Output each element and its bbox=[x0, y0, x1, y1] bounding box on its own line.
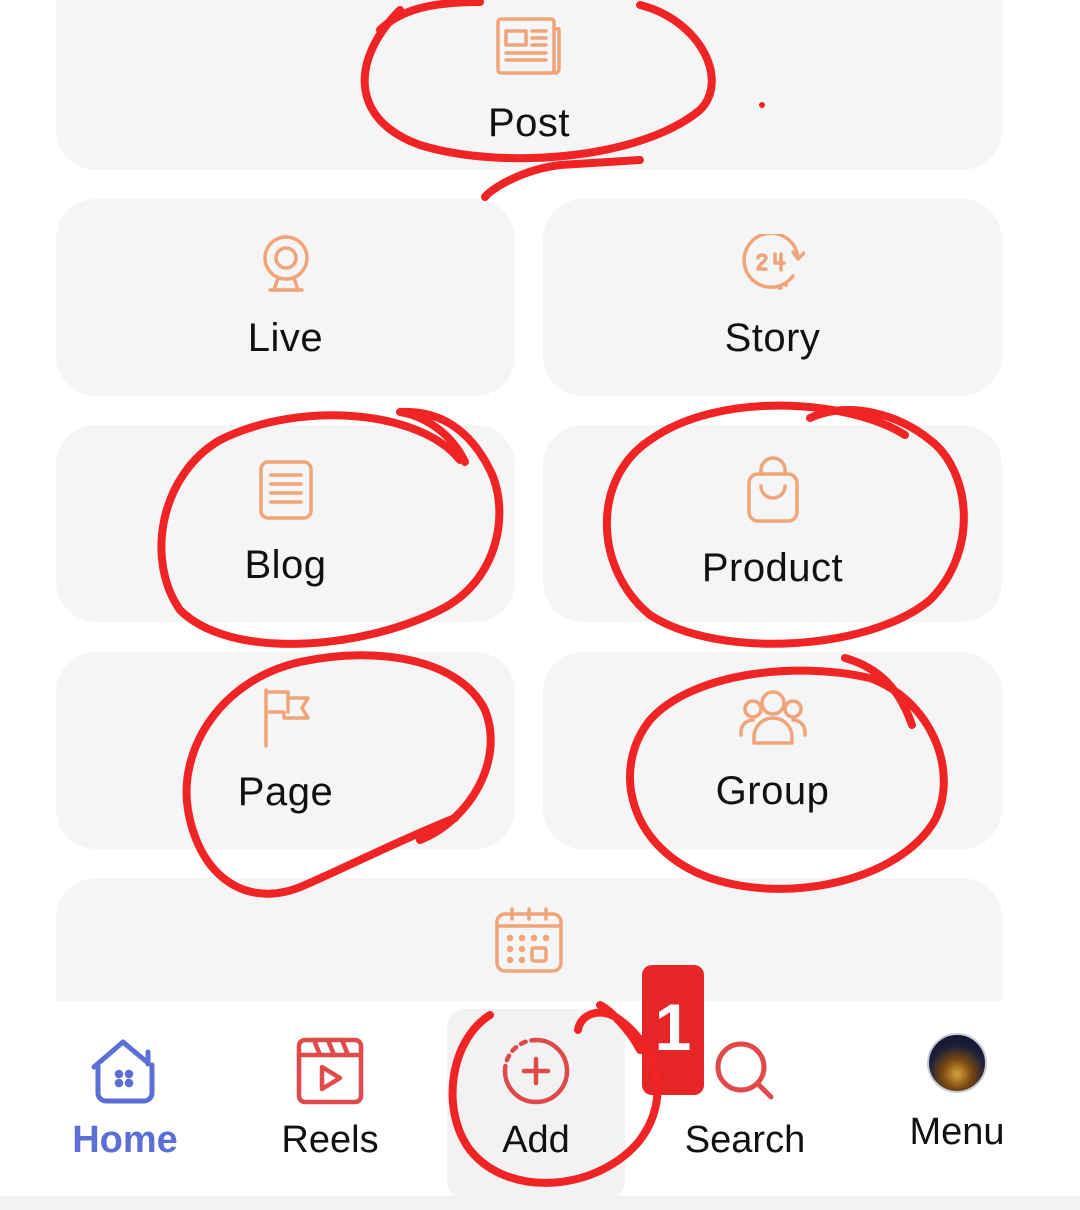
tile-post[interactable]: Post bbox=[56, 0, 1002, 170]
flag-icon bbox=[260, 686, 312, 748]
system-bar-strip bbox=[0, 1196, 1080, 1210]
webcam-icon bbox=[261, 234, 311, 294]
tile-page[interactable]: Page bbox=[56, 652, 515, 849]
tile-page-label: Page bbox=[237, 770, 334, 814]
notification-badge: 1 bbox=[642, 965, 704, 1095]
nav-home-label: Home bbox=[72, 1119, 178, 1161]
nav-add[interactable]: Add bbox=[447, 1009, 625, 1199]
tile-post-label: Post bbox=[487, 100, 571, 145]
people-group-icon bbox=[738, 687, 808, 747]
tile-group[interactable]: Group bbox=[543, 652, 1002, 849]
tile-product-label: Product bbox=[701, 546, 844, 590]
nav-add-label: Add bbox=[502, 1119, 570, 1161]
plus-circle-icon bbox=[501, 1031, 571, 1111]
nav-reels[interactable]: Reels bbox=[245, 1001, 415, 1196]
tile-blog[interactable]: Blog bbox=[56, 425, 515, 622]
avatar bbox=[927, 1023, 987, 1103]
tile-live[interactable]: Live bbox=[56, 199, 515, 396]
clapperboard-play-icon bbox=[296, 1031, 364, 1111]
newspaper-icon bbox=[495, 15, 563, 79]
nav-home[interactable]: Home bbox=[40, 1001, 210, 1196]
tile-group-label: Group bbox=[715, 769, 830, 813]
bottom-navigation: Home Reels Add Search Menu bbox=[0, 1001, 1080, 1199]
home-icon bbox=[90, 1031, 160, 1111]
tile-blog-label: Blog bbox=[244, 543, 327, 587]
nav-menu[interactable]: Menu bbox=[872, 1001, 1042, 1196]
nav-search-label: Search bbox=[684, 1119, 806, 1161]
nav-reels-label: Reels bbox=[281, 1119, 379, 1161]
tile-story-label: Story bbox=[724, 316, 821, 360]
tile-product[interactable]: Product bbox=[543, 425, 1002, 622]
24-hour-icon bbox=[741, 234, 805, 294]
tile-story[interactable]: Story bbox=[543, 199, 1002, 396]
search-icon bbox=[713, 1031, 777, 1111]
nav-menu-label: Menu bbox=[909, 1111, 1005, 1153]
shopping-bag-icon bbox=[746, 456, 800, 524]
tile-live-label: Live bbox=[247, 316, 324, 360]
calendar-icon bbox=[494, 906, 564, 974]
document-icon bbox=[258, 459, 314, 521]
